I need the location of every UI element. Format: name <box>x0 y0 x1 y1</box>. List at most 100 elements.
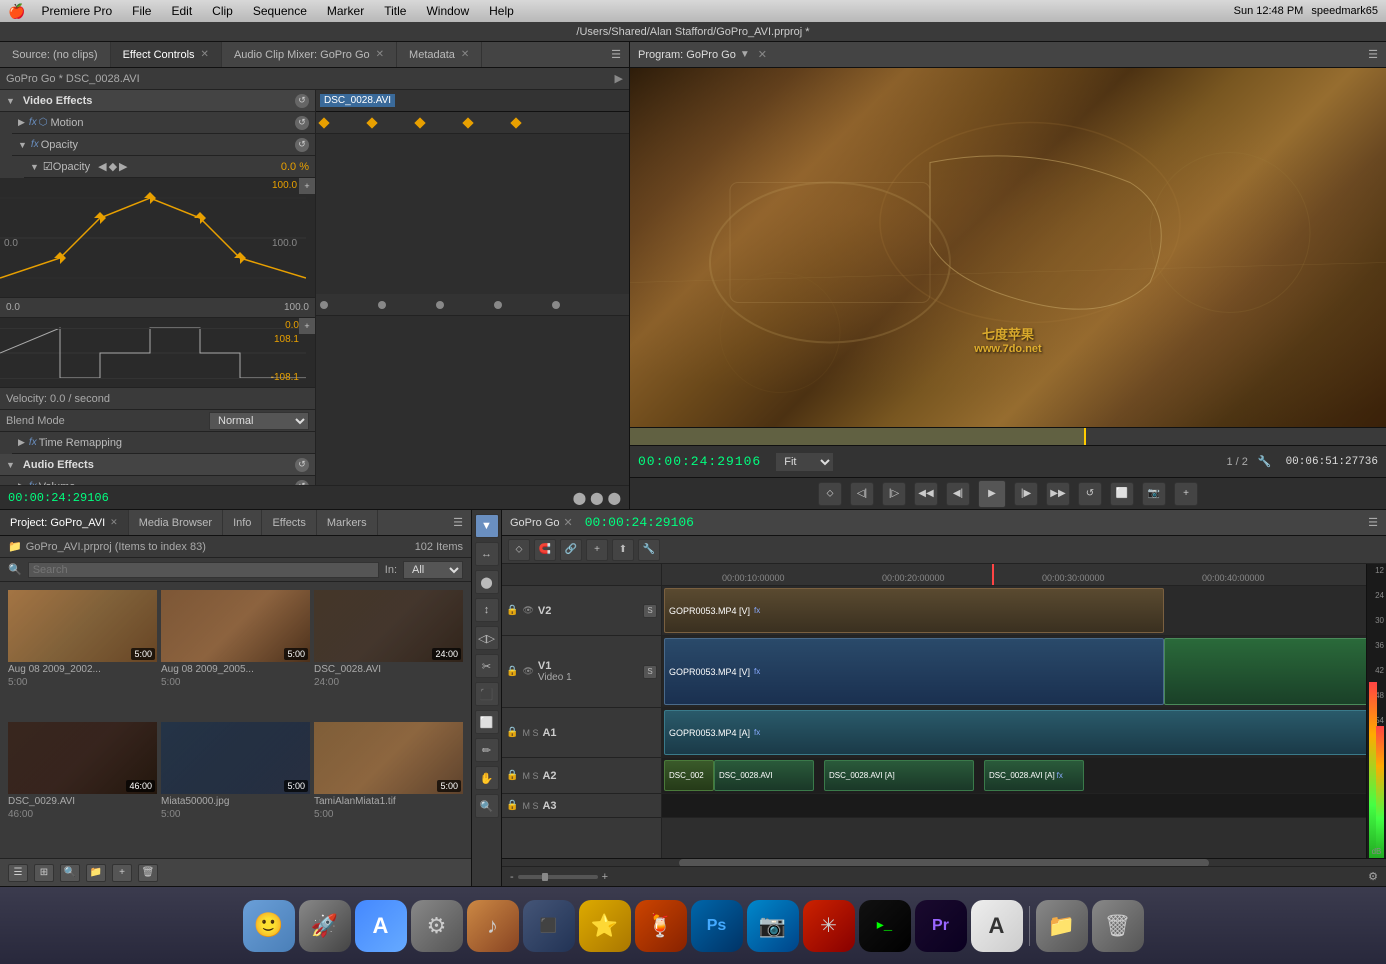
file-menu[interactable]: File <box>128 4 155 18</box>
close-project[interactable]: ✕ <box>110 517 118 528</box>
tl-zoom-out[interactable]: - <box>510 871 514 883</box>
program-close[interactable]: ✕ <box>758 48 767 61</box>
tl-zoom-slider[interactable] <box>518 875 598 879</box>
expand-velocity-btn[interactable]: + <box>299 318 315 334</box>
eye-v1[interactable]: 👁 <box>522 666 533 677</box>
dock-icon-settings[interactable]: ⚙ <box>411 900 463 952</box>
tool-roll[interactable]: ↕ <box>475 598 499 622</box>
dock-icon-finder[interactable]: 🙂 <box>243 900 295 952</box>
thumb-item-2[interactable]: 5:00 Aug 08 2009_2005... 5:00 <box>161 590 310 718</box>
list-view-btn[interactable]: ☰ <box>8 864 28 882</box>
add-marker-btn[interactable]: + <box>1174 482 1198 506</box>
dock-icon-font-book[interactable]: A <box>971 900 1023 952</box>
solo-a2[interactable]: S <box>532 771 538 781</box>
monitor-progress[interactable] <box>630 427 1386 445</box>
thumb-item-6[interactable]: 5:00 TamiAlanMiata1.tif 5:00 <box>314 722 463 850</box>
dock-icon-cocktail[interactable]: 🍹 <box>635 900 687 952</box>
dock-icon-finder2[interactable]: 📁 <box>1036 900 1088 952</box>
time-remap-expand[interactable]: ▶ <box>18 437 25 448</box>
audio-effects-header[interactable]: ▼ Audio Effects ↺ <box>0 454 315 476</box>
mute-a1[interactable]: M <box>522 728 530 738</box>
opacity-value[interactable]: 0.0 % <box>281 161 309 173</box>
kf-vol-5[interactable] <box>552 301 560 309</box>
tool-track-select[interactable]: ↔ <box>475 542 499 566</box>
app-name[interactable]: Premiere Pro <box>37 4 116 18</box>
kf-opacity-3[interactable] <box>414 117 425 128</box>
tl-link-btn[interactable]: 🔗 <box>560 539 582 561</box>
dock-icon-trash[interactable]: 🗑 <box>1092 900 1144 952</box>
dock-icon-imovie[interactable]: ⭐ <box>579 900 631 952</box>
new-bin-btn[interactable]: 📁 <box>86 864 106 882</box>
lock-a2[interactable]: 🔒 <box>506 770 518 781</box>
tool-razor[interactable]: ✂ <box>475 654 499 678</box>
clip-menu[interactable]: Clip <box>208 4 237 18</box>
kf-prev[interactable]: ◀ <box>98 160 106 173</box>
solo-a3[interactable]: S <box>532 801 538 811</box>
kf-opacity-5[interactable] <box>510 117 521 128</box>
tab-source[interactable]: Source: (no clips) <box>0 42 111 67</box>
tl-in-out-btn[interactable]: ⬦ <box>508 539 530 561</box>
play-btn[interactable]: ▶ <box>978 480 1006 508</box>
dock-icon-premiere[interactable]: Pr <box>915 900 967 952</box>
lock-a3[interactable]: 🔒 <box>506 800 518 811</box>
tl-lift-btn[interactable]: ⬆ <box>612 539 634 561</box>
tool-select[interactable]: ▼ <box>475 514 499 538</box>
time-remapping-row[interactable]: ▶ fx Time Remapping <box>12 432 315 454</box>
lock-v1[interactable]: 🔒 <box>506 666 518 677</box>
wrench-icon[interactable]: 🔧 <box>1258 455 1272 468</box>
close-metadata[interactable]: ✕ <box>461 49 469 60</box>
search-input[interactable] <box>28 562 379 578</box>
tl-add-edit-btn[interactable]: + <box>586 539 608 561</box>
tl-zoom-in[interactable]: + <box>602 871 608 883</box>
tool-slide[interactable]: ⬜ <box>475 710 499 734</box>
zoom-thumb[interactable] <box>542 873 548 881</box>
loop-btn[interactable]: ↺ <box>1078 482 1102 506</box>
tab-effects[interactable]: Effects <box>262 510 316 535</box>
tool-slip[interactable]: ⬛ <box>475 682 499 706</box>
help-menu[interactable]: Help <box>485 4 518 18</box>
fast-fwd-btn[interactable]: ▶▶ <box>1046 482 1070 506</box>
sequence-menu[interactable]: Sequence <box>249 4 311 18</box>
step-frame-back-btn[interactable]: ◀| <box>946 482 970 506</box>
timeline-menu[interactable]: ☰ <box>1368 516 1378 529</box>
audio-effects-expand-icon[interactable]: ▼ <box>6 460 15 470</box>
dock-icon-terminal[interactable]: ▸_ <box>859 900 911 952</box>
kf-add[interactable]: ◆ <box>109 160 117 173</box>
blend-mode-select[interactable]: Normal Dissolve Multiply Screen Overlay <box>209 412 309 430</box>
clip-v2-gopr[interactable]: GOPR0053.MP4 [V] fx <box>664 588 1164 633</box>
kf-vol-3[interactable] <box>436 301 444 309</box>
tab-audio-mixer[interactable]: Audio Clip Mixer: GoPro Go ✕ <box>222 42 397 67</box>
icon-view-btn[interactable]: ⊞ <box>34 864 54 882</box>
delete-item-btn[interactable]: 🗑 <box>138 864 158 882</box>
clip-a2-dsc0028-3[interactable]: DSC_0028.AVI [A] fx <box>984 760 1084 791</box>
dock-icon-camera[interactable]: 📷 <box>747 900 799 952</box>
apple-menu[interactable]: 🍎 <box>8 3 25 20</box>
opacity-toggle[interactable]: ▼ <box>30 162 39 172</box>
program-menu[interactable]: ☰ <box>1368 48 1378 61</box>
clip-a1-gopr[interactable]: GOPR0053.MP4 [A] fx <box>664 710 1366 755</box>
dock-icon-launchpad[interactable]: 🚀 <box>299 900 351 952</box>
safe-margin-btn[interactable]: ⬜ <box>1110 482 1134 506</box>
tab-metadata[interactable]: Metadata ✕ <box>397 42 482 67</box>
mute-a3[interactable]: M <box>522 801 530 811</box>
project-menu-btn[interactable]: ☰ <box>445 510 471 535</box>
kf-next[interactable]: ▶ <box>119 160 127 173</box>
opacity-row[interactable]: ▼ fx Opacity ↺ <box>12 134 315 156</box>
timeline-scrollbar[interactable] <box>502 858 1386 866</box>
tool-pen[interactable]: ✏ <box>475 738 499 762</box>
video-effects-expand-icon[interactable]: ▼ <box>6 96 15 106</box>
tab-markers[interactable]: Markers <box>317 510 378 535</box>
motion-expand-icon[interactable]: ▶ <box>18 117 25 128</box>
clip-a2-dsc002[interactable]: DSC_002 <box>664 760 714 791</box>
kf-opacity-1[interactable] <box>318 117 329 128</box>
window-menu[interactable]: Window <box>422 4 473 18</box>
program-dropdown[interactable]: ▼ <box>740 49 750 60</box>
kf-opacity-2[interactable] <box>366 117 377 128</box>
kf-vol-1[interactable] <box>320 301 328 309</box>
clip-v1-video1[interactable] <box>1164 638 1366 705</box>
tool-zoom[interactable]: 🔍 <box>475 794 499 818</box>
lock-v2[interactable]: 🔒 <box>506 605 518 616</box>
clip-a2-dsc0028[interactable]: DSC_0028.AVI <box>714 760 814 791</box>
timeline-close[interactable]: ✕ <box>564 516 573 529</box>
kf-vol-2[interactable] <box>378 301 386 309</box>
